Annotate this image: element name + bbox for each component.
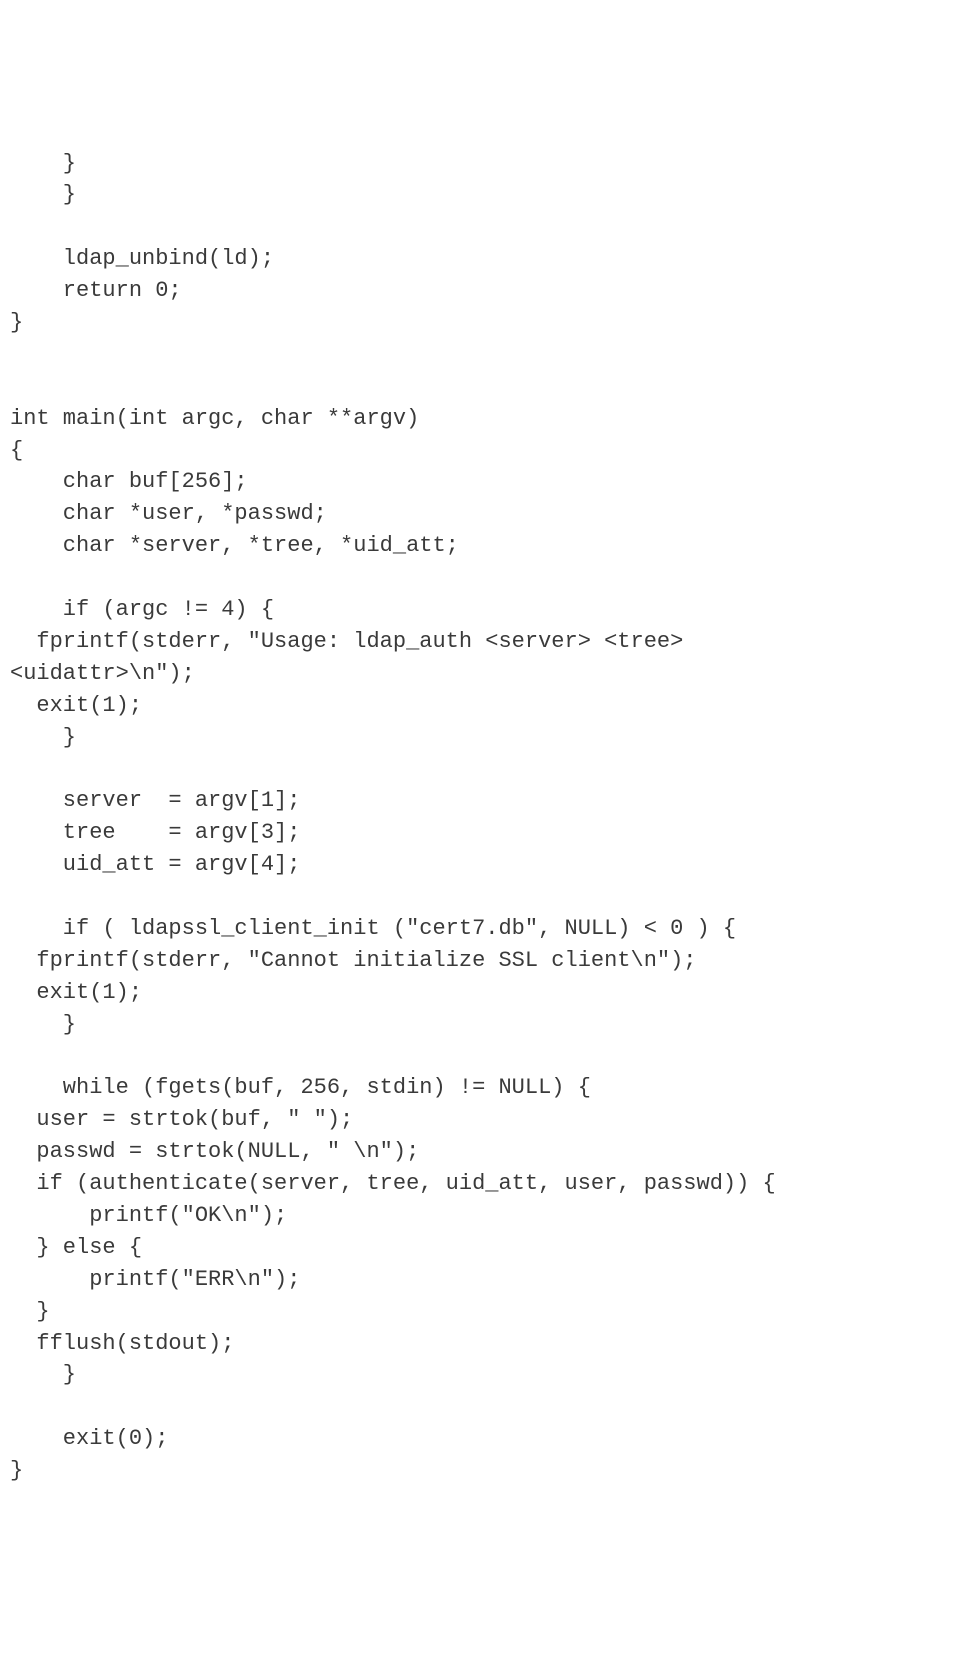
code-listing: } } ldap_unbind(ld); return 0; } int mai… [10,148,940,1487]
